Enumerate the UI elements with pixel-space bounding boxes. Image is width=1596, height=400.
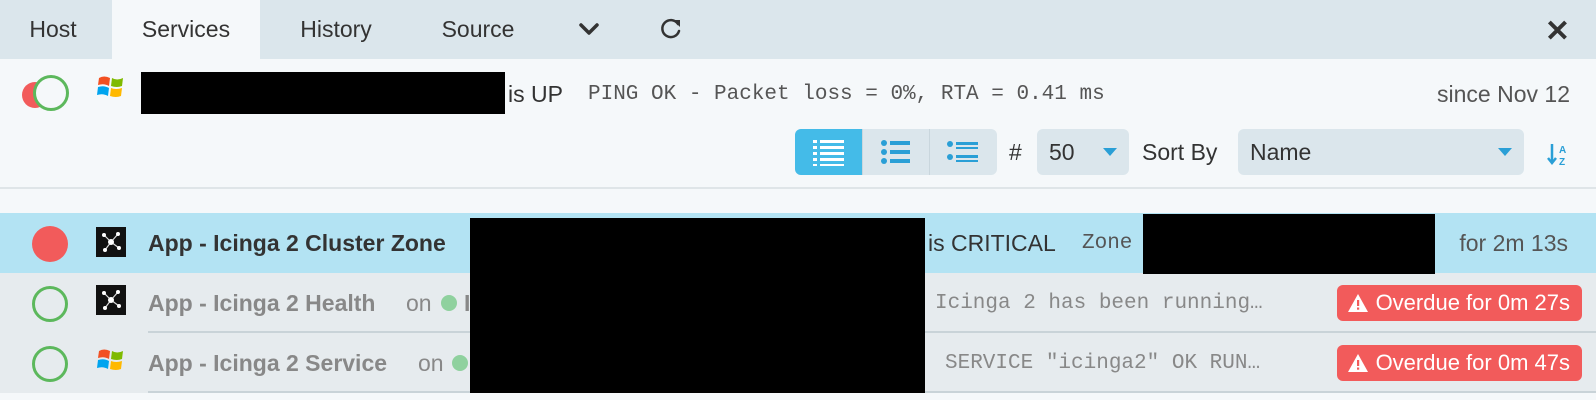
overdue-text: Overdue for 0m 47s <box>1375 350 1570 375</box>
tab-source[interactable]: Source <box>418 0 538 59</box>
on-label: on <box>406 290 432 316</box>
sort-select[interactable]: Name <box>1238 129 1524 175</box>
host-state-dot <box>452 355 468 371</box>
windows-icon <box>97 349 123 370</box>
zone-name-redacted <box>1143 214 1435 274</box>
on-label: on <box>418 350 444 376</box>
host-output: PING OK - Packet loss = 0%, RTA = 0.41 m… <box>588 83 1105 106</box>
view-detailed-button[interactable] <box>795 129 862 175</box>
tab-services[interactable]: Services <box>112 0 260 59</box>
host-state-ok-icon <box>33 75 69 111</box>
list-detailed-icon <box>813 140 844 166</box>
windows-icon <box>97 76 123 97</box>
service-output: SERVICE "icinga2" OK RUN… <box>945 352 1261 375</box>
close-icon[interactable]: ✕ <box>1545 14 1570 49</box>
svg-text:Z: Z <box>1559 157 1565 167</box>
warning-icon <box>1348 354 1369 372</box>
tab-bar: Host Services History Source ✕ <box>0 0 1596 59</box>
limit-value: 50 <box>1049 139 1075 165</box>
sort-alpha-icon[interactable]: A Z <box>1546 141 1572 167</box>
service-state-critical-icon <box>32 226 68 262</box>
warning-icon <box>1348 294 1369 312</box>
host-state-text: is UP <box>508 81 563 107</box>
refresh-icon[interactable] <box>658 16 684 42</box>
tab-host[interactable]: Host <box>0 0 106 59</box>
svg-text:A: A <box>1559 145 1566 156</box>
limit-label: # <box>1009 139 1022 165</box>
host-name-redacted <box>141 72 505 114</box>
view-mode-group <box>795 129 997 175</box>
service-state-text: is CRITICAL <box>928 230 1056 256</box>
caret-down-icon <box>1498 148 1512 156</box>
host-since: since Nov 12 <box>1437 81 1570 107</box>
tab-history[interactable]: History <box>276 0 396 59</box>
service-output: Icinga 2 has been running… <box>935 292 1263 315</box>
service-state-ok-icon <box>32 346 68 382</box>
service-state-ok-icon <box>32 286 68 322</box>
service-name[interactable]: App - Icinga 2 Service <box>148 350 387 377</box>
host-state-dot <box>441 295 457 311</box>
service-name[interactable]: App - Icinga 2 Cluster Zone <box>148 230 446 257</box>
overdue-badge: Overdue for 0m 47s <box>1337 345 1582 381</box>
caret-down-icon <box>1103 148 1117 156</box>
service-duration: for 2m 13s <box>1459 230 1568 256</box>
dropdown-chevron-icon[interactable] <box>576 16 602 42</box>
host-summary: is UP PING OK - Packet loss = 0%, RTA = … <box>0 59 1596 189</box>
sort-value: Name <box>1250 139 1312 165</box>
sort-label: Sort By <box>1142 139 1218 165</box>
view-minimal-button[interactable] <box>929 129 996 175</box>
service-output: Zone <box>1082 232 1133 255</box>
limit-select[interactable]: 50 <box>1037 129 1129 175</box>
service-name[interactable]: App - Icinga 2 Health <box>148 290 375 317</box>
list-common-icon <box>881 140 910 164</box>
service-host-redacted <box>470 218 925 393</box>
icinga-node-icon <box>96 227 126 257</box>
overdue-badge: Overdue for 0m 27s <box>1337 285 1582 321</box>
icinga-node-icon <box>96 285 126 315</box>
view-common-button[interactable] <box>862 129 929 175</box>
overdue-text: Overdue for 0m 27s <box>1375 290 1570 315</box>
list-minimal-icon <box>947 141 978 162</box>
